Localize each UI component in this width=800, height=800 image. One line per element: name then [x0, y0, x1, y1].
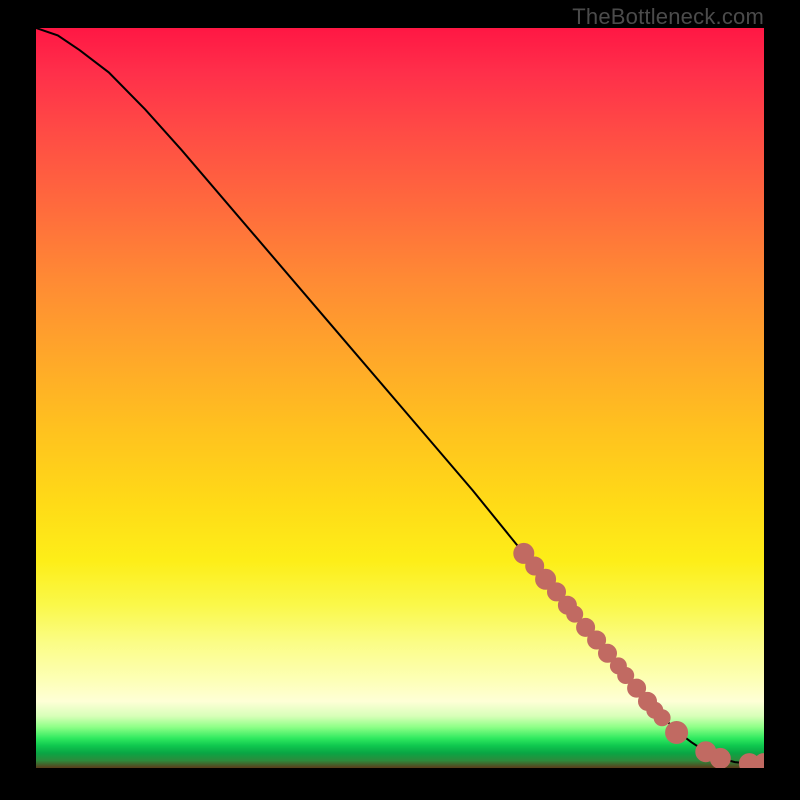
- chart-frame: TheBottleneck.com: [0, 0, 800, 800]
- data-dots: [514, 543, 764, 768]
- data-dot: [654, 710, 670, 726]
- data-dot: [710, 748, 730, 768]
- plot-area: [36, 28, 764, 768]
- data-dot: [666, 722, 688, 744]
- bottleneck-curve: [36, 28, 764, 764]
- chart-svg: [36, 28, 764, 768]
- watermark-text: TheBottleneck.com: [572, 4, 764, 30]
